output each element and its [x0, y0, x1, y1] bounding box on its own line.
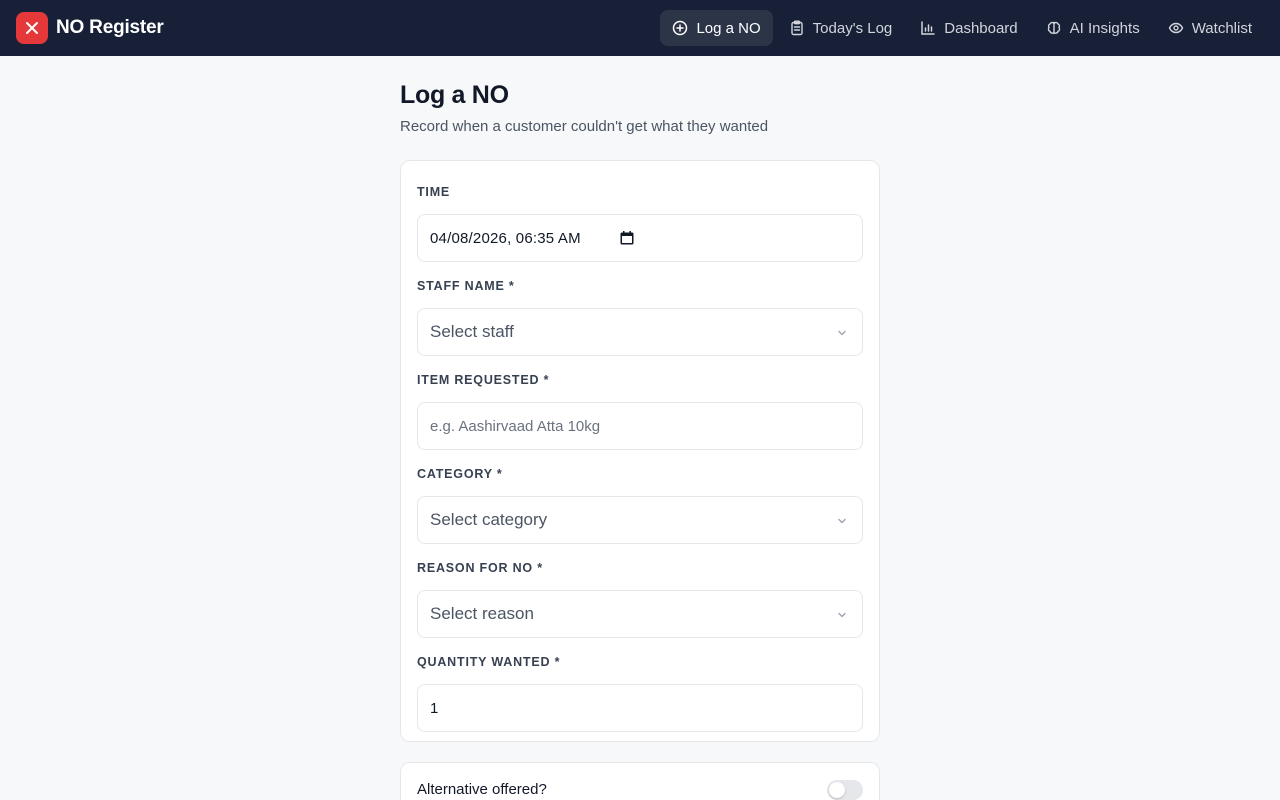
- category-label: CATEGORY *: [417, 467, 503, 481]
- staff-label: STAFF NAME *: [417, 279, 515, 293]
- brand[interactable]: NO Register: [16, 12, 164, 44]
- quantity-input[interactable]: 1: [417, 684, 863, 732]
- toggle-knob: [829, 782, 845, 798]
- alternative-label: Alternative offered?: [417, 781, 547, 798]
- nav-todays-log[interactable]: Today's Log: [777, 10, 905, 46]
- app-title: NO Register: [56, 17, 164, 38]
- page-subtitle: Record when a customer couldn't get what…: [400, 118, 769, 135]
- quantity-field: QUANTITY WANTED * 1: [417, 654, 863, 732]
- staff-field: STAFF NAME * Select staff: [417, 278, 863, 356]
- main-content: Log a NO Record when a customer couldn't…: [400, 56, 880, 800]
- nav-log-a-no[interactable]: Log a NO: [660, 10, 773, 46]
- log-form-card: TIME 04/08/2026, 06:35 AM STAFF NAME * S…: [400, 160, 880, 742]
- plus-circle-icon: [673, 20, 688, 36]
- category-select[interactable]: Select category: [417, 496, 863, 544]
- nav-ai-insights[interactable]: AI Insights: [1034, 10, 1152, 46]
- time-label: TIME: [417, 185, 451, 199]
- item-field: ITEM REQUESTED * e.g. Aashirvaad Atta 10…: [417, 372, 863, 450]
- calendar-icon[interactable]: [620, 231, 634, 245]
- reason-select[interactable]: Select reason: [417, 590, 863, 638]
- staff-select[interactable]: Select staff: [417, 308, 863, 356]
- close-x-logo-icon: [16, 12, 48, 44]
- item-label: ITEM REQUESTED *: [417, 373, 550, 387]
- top-nav-bar: NO Register Log a NO Today's Log Dashboa…: [0, 0, 1280, 56]
- item-input[interactable]: e.g. Aashirvaad Atta 10kg: [417, 402, 863, 450]
- nav-label: Dashboard: [944, 19, 1018, 37]
- nav-label: Log a NO: [696, 19, 761, 37]
- brain-icon: [1047, 21, 1060, 35]
- nav-watchlist[interactable]: Watchlist: [1156, 10, 1264, 46]
- reason-placeholder: Select reason: [430, 604, 534, 623]
- time-value: 04/08/2026, 06:35 AM: [430, 229, 581, 247]
- alternative-card: Alternative offered?: [400, 762, 880, 800]
- time-input[interactable]: 04/08/2026, 06:35 AM: [417, 214, 863, 262]
- clipboard-icon: [790, 20, 803, 36]
- nav-label: Watchlist: [1191, 19, 1252, 37]
- staff-placeholder: Select staff: [430, 322, 514, 341]
- alternative-toggle[interactable]: [827, 780, 863, 800]
- category-placeholder: Select category: [430, 510, 548, 529]
- reason-label: REASON FOR NO *: [417, 561, 543, 575]
- category-field: CATEGORY * Select category: [417, 466, 863, 544]
- chevron-down-icon: [838, 330, 846, 336]
- time-field: TIME 04/08/2026, 06:35 AM: [417, 184, 863, 262]
- page-title: Log a NO: [400, 81, 509, 109]
- bar-chart-icon: [921, 21, 936, 35]
- reason-field: REASON FOR NO * Select reason: [417, 560, 863, 638]
- chevron-down-icon: [838, 612, 846, 618]
- quantity-label: QUANTITY WANTED *: [417, 655, 561, 669]
- quantity-value: 1: [430, 699, 439, 717]
- nav-dashboard[interactable]: Dashboard: [908, 10, 1029, 46]
- nav-label: Today's Log: [812, 19, 893, 37]
- item-placeholder: e.g. Aashirvaad Atta 10kg: [430, 417, 601, 435]
- main-nav: Log a NO Today's Log Dashboard AI Insigh…: [656, 10, 1264, 46]
- chevron-down-icon: [838, 518, 846, 524]
- nav-label: AI Insights: [1069, 19, 1140, 37]
- eye-icon: [1168, 22, 1183, 34]
